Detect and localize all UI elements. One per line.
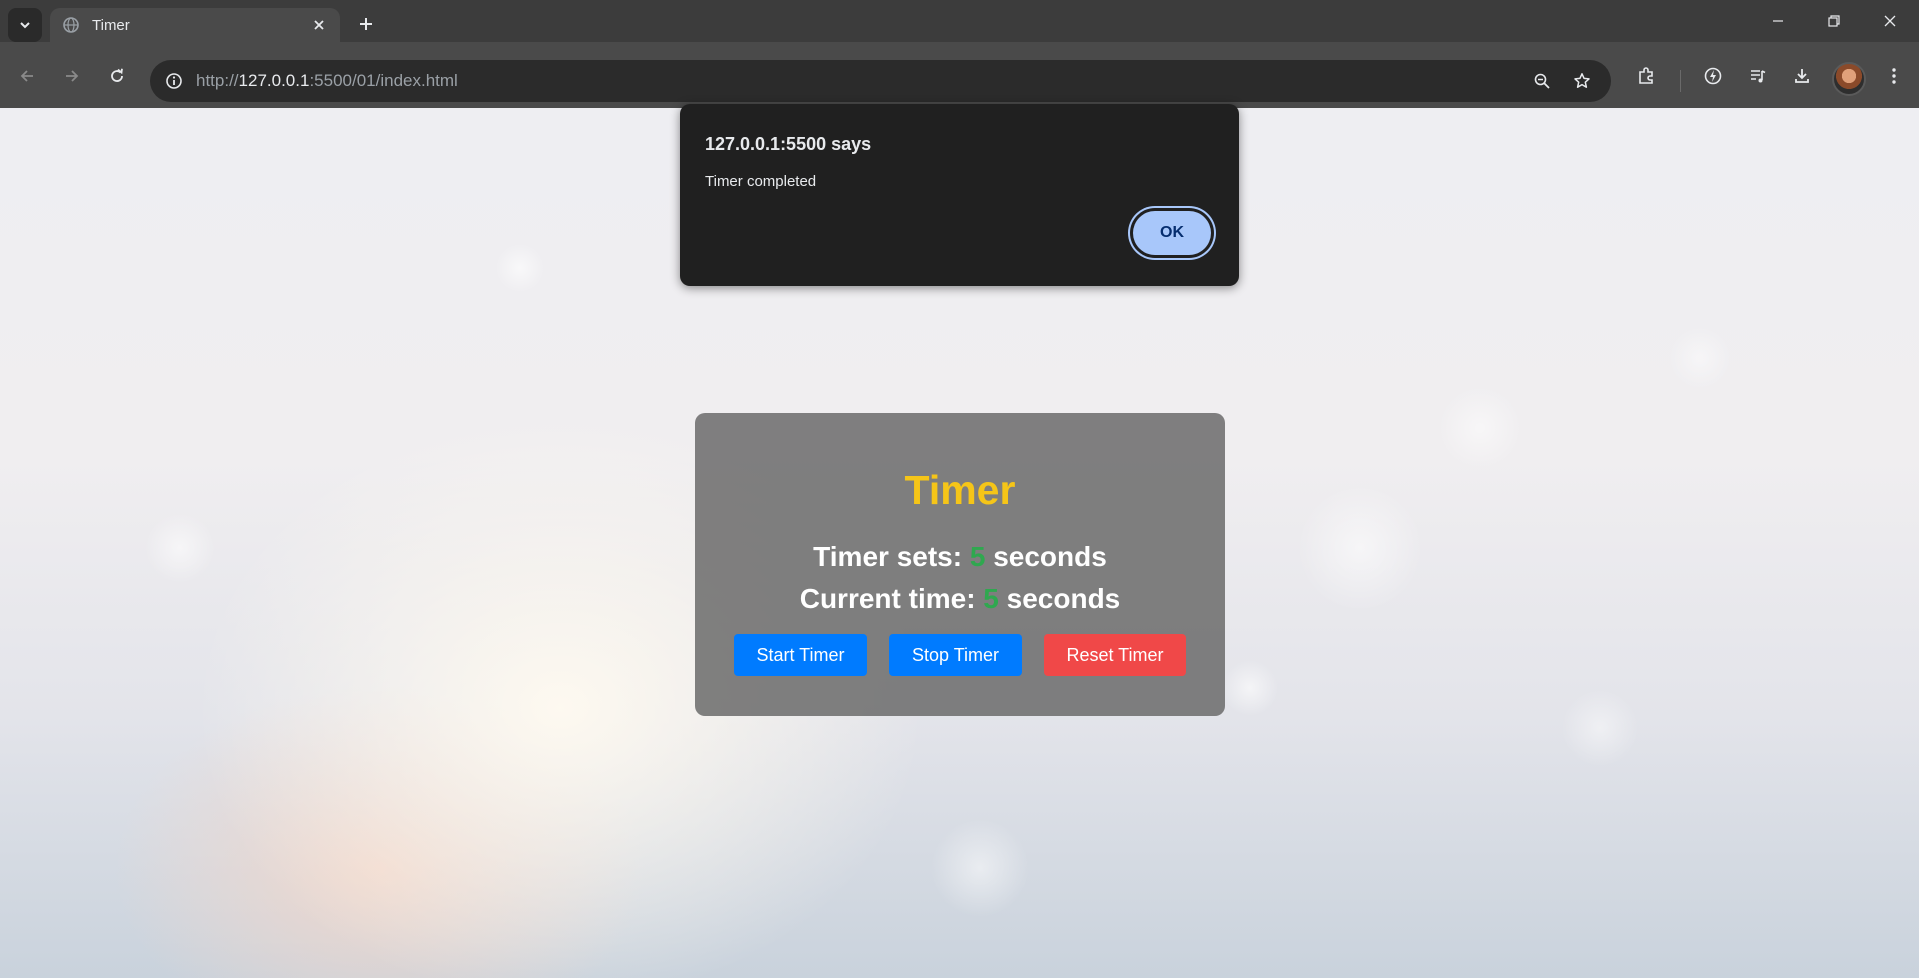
timer-set-value: 5 [969,541,986,572]
dialog-message: Timer completed [705,173,817,190]
zoom-button[interactable] [1526,65,1558,97]
close-window-button[interactable] [1862,0,1918,42]
toolbar-divider [1680,70,1681,92]
media-control-button[interactable] [1741,59,1775,93]
more-vertical-icon [1892,68,1896,84]
speedometer-icon [1704,67,1722,85]
performance-button[interactable] [1696,59,1730,93]
new-tab-button[interactable] [350,8,382,40]
current-time-value: 5 [983,583,999,614]
reload-icon [111,68,123,82]
chevron-down-icon [20,22,30,29]
site-info-button[interactable] [158,65,190,97]
stop-timer-button[interactable]: Stop Timer [889,634,1022,676]
start-timer-button[interactable]: Start Timer [734,634,867,676]
url-text: http://127.0.0.1:5500/01/index.html [196,71,458,91]
close-icon [314,20,324,30]
star-icon [1574,73,1590,88]
timer-card: Timer Timer sets: 5 seconds Current time… [695,413,1225,716]
back-button[interactable] [10,59,44,93]
zoom-out-icon [1534,73,1550,89]
current-time-line: Current time: 5 seconds [695,583,1225,615]
close-icon [1884,15,1896,27]
download-icon [1795,69,1809,83]
dialog-title: 127.0.0.1:5500 says [705,134,872,154]
globe-icon [62,16,80,34]
profile-avatar[interactable] [1832,62,1866,96]
tab-timer[interactable]: Timer [50,8,340,42]
restore-button[interactable] [1806,0,1862,42]
info-icon [166,73,182,89]
timer-set-unit: seconds [993,541,1107,572]
tab-title: Timer [92,16,130,34]
bookmark-button[interactable] [1566,65,1598,97]
forward-button[interactable] [55,59,89,93]
arrow-right-icon [66,70,79,82]
timer-set-line: Timer sets: 5 seconds [695,541,1225,573]
puzzle-icon [1639,67,1653,84]
alert-dialog: 127.0.0.1:5500 says Timer completed OK [680,104,1239,286]
ok-button[interactable]: OK [1133,211,1211,255]
tab-strip: Timer [0,0,1919,42]
url-path: :5500/01/index.html [309,71,458,90]
extensions-button[interactable] [1629,59,1663,93]
current-time-label: Current time: [799,583,976,614]
downloads-button[interactable] [1785,59,1819,93]
tab-close-button[interactable] [306,12,332,38]
reload-button[interactable] [100,59,134,93]
url-host: 127.0.0.1 [238,71,310,90]
tab-search-button[interactable] [8,8,42,42]
timer-set-label: Timer sets: [813,541,963,572]
current-time-unit: seconds [1006,583,1121,614]
timer-heading: Timer [904,467,1016,513]
minimize-button[interactable] [1750,0,1806,42]
plus-icon [360,18,372,30]
minimize-icon [1773,20,1783,22]
arrow-left-icon [20,70,33,82]
browser-menu-button[interactable] [1877,59,1911,93]
restore-icon [1828,15,1840,27]
reset-timer-button[interactable]: Reset Timer [1044,634,1186,676]
url-scheme: http:// [196,71,239,90]
address-bar[interactable]: http://127.0.0.1:5500/01/index.html [150,60,1611,102]
playlist-icon [1751,70,1766,83]
browser-toolbar: http://127.0.0.1:5500/01/index.html [0,42,1919,108]
